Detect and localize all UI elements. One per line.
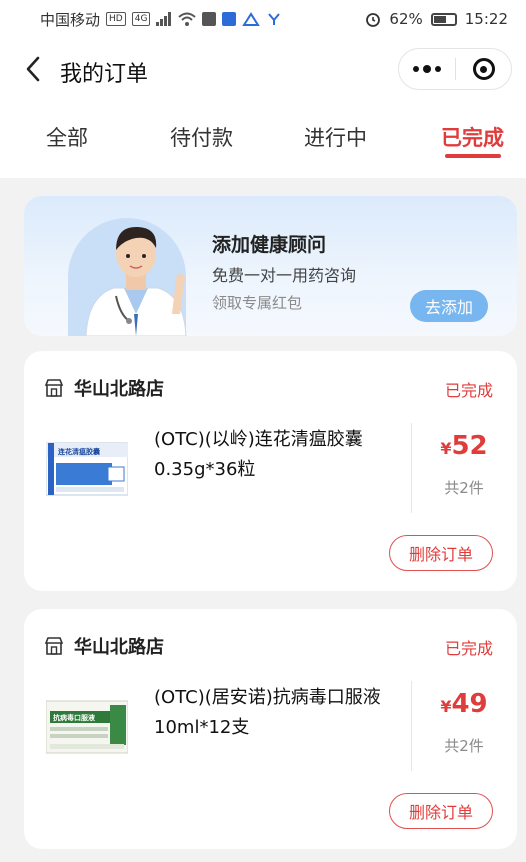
store-row: 华山北路店 <box>44 375 164 401</box>
wifi-icon <box>178 12 197 26</box>
app-notification-icon <box>202 12 217 26</box>
app-notification-icon-2 <box>222 12 237 26</box>
more-dot-icon <box>435 66 441 72</box>
banner-subtitle: 免费一对一用药咨询 <box>212 266 357 285</box>
banner-title: 添加健康顾问 <box>212 234 327 256</box>
product-image: 连花清瘟胶囊 <box>46 439 128 499</box>
store-name: 华山北路店 <box>74 637 164 658</box>
page-title: 我的订单 <box>60 62 149 87</box>
medicine-box-image: 抗病毒口服液 <box>46 700 128 754</box>
order-price: ¥49 <box>434 689 494 719</box>
store-icon <box>44 637 64 655</box>
currency-symbol: ¥ <box>440 439 452 458</box>
battery-icon <box>430 12 457 26</box>
product-name[interactable]: (OTC)(居安诺)抗病毒口服液 10ml*12支 <box>154 683 402 743</box>
item-count: 共2件 <box>444 737 484 755</box>
app-notification-icon-3 <box>242 12 261 26</box>
divider <box>411 681 412 771</box>
store-row: 华山北路店 <box>44 633 164 659</box>
delete-order-button[interactable]: 删除订单 <box>389 535 493 571</box>
product-name[interactable]: (OTC)(以岭)连花清瘟胶囊0.35g*36粒 <box>154 425 402 485</box>
order-card[interactable]: 华山北路店 已完成 连花清瘟胶囊 (OTC)(以岭)连花清瘟胶囊0.35g*36… <box>24 351 517 591</box>
tab-all[interactable]: 全部 <box>46 122 88 152</box>
status-right: 62% 15:22 <box>365 10 508 28</box>
status-left: 中国移动 HD 4G <box>40 9 282 30</box>
delete-order-button[interactable]: 删除订单 <box>389 793 493 829</box>
order-tabs: 全部 待付款 进行中 已完成 <box>0 102 526 178</box>
package-text: 连花清瘟胶囊 <box>58 447 101 456</box>
chevron-left-icon <box>26 56 40 82</box>
divider <box>411 423 412 513</box>
target-circle-icon <box>472 58 495 80</box>
close-mini-program-button[interactable] <box>456 49 511 89</box>
order-status: 已完成 <box>444 381 493 400</box>
active-tab-indicator <box>445 154 501 158</box>
tab-pending-payment[interactable]: 待付款 <box>170 122 233 152</box>
order-price: ¥52 <box>434 431 494 461</box>
status-bar: 中国移动 HD 4G 62% 15:22 <box>0 0 526 38</box>
item-count: 共2件 <box>444 479 484 497</box>
product-image: 抗病毒口服液 <box>46 697 128 757</box>
tab-in-progress[interactable]: 进行中 <box>304 122 367 152</box>
carrier-name: 中国移动 <box>40 10 101 29</box>
price-value: 52 <box>451 431 488 461</box>
store-icon <box>44 379 64 397</box>
more-dot-icon <box>413 66 419 72</box>
doctor-illustration <box>85 226 187 336</box>
battery-percent: 62% <box>389 10 423 28</box>
price-value: 49 <box>451 689 488 719</box>
store-name: 华山北路店 <box>74 379 164 400</box>
medicine-box-image: 连花清瘟胶囊 <box>46 442 128 496</box>
more-menu-button[interactable] <box>399 49 455 89</box>
network-badge: 4G <box>131 12 151 26</box>
mini-program-capsule <box>398 48 512 90</box>
package-text: 抗病毒口服液 <box>53 713 96 722</box>
back-button[interactable] <box>18 54 48 84</box>
order-status: 已完成 <box>444 639 493 658</box>
alarm-icon <box>366 13 381 27</box>
currency-symbol: ¥ <box>440 697 452 716</box>
banner-note: 领取专属红包 <box>212 294 303 312</box>
app-notification-icon-4 <box>268 13 281 25</box>
add-advisor-button[interactable]: 去添加 <box>410 290 488 322</box>
signal-icon <box>156 12 172 26</box>
more-dot-icon <box>423 65 431 73</box>
order-card[interactable]: 华山北路店 已完成 抗病毒口服液 (OTC)(居安诺)抗病毒口服液 10ml*1… <box>24 609 517 849</box>
nav-bar: 我的订单 <box>0 38 526 102</box>
hd-badge: HD <box>106 12 126 26</box>
health-advisor-banner[interactable]: 添加健康顾问 免费一对一用药咨询 领取专属红包 去添加 <box>24 196 517 336</box>
tab-completed[interactable]: 已完成 <box>441 122 504 152</box>
clock: 15:22 <box>464 10 508 28</box>
